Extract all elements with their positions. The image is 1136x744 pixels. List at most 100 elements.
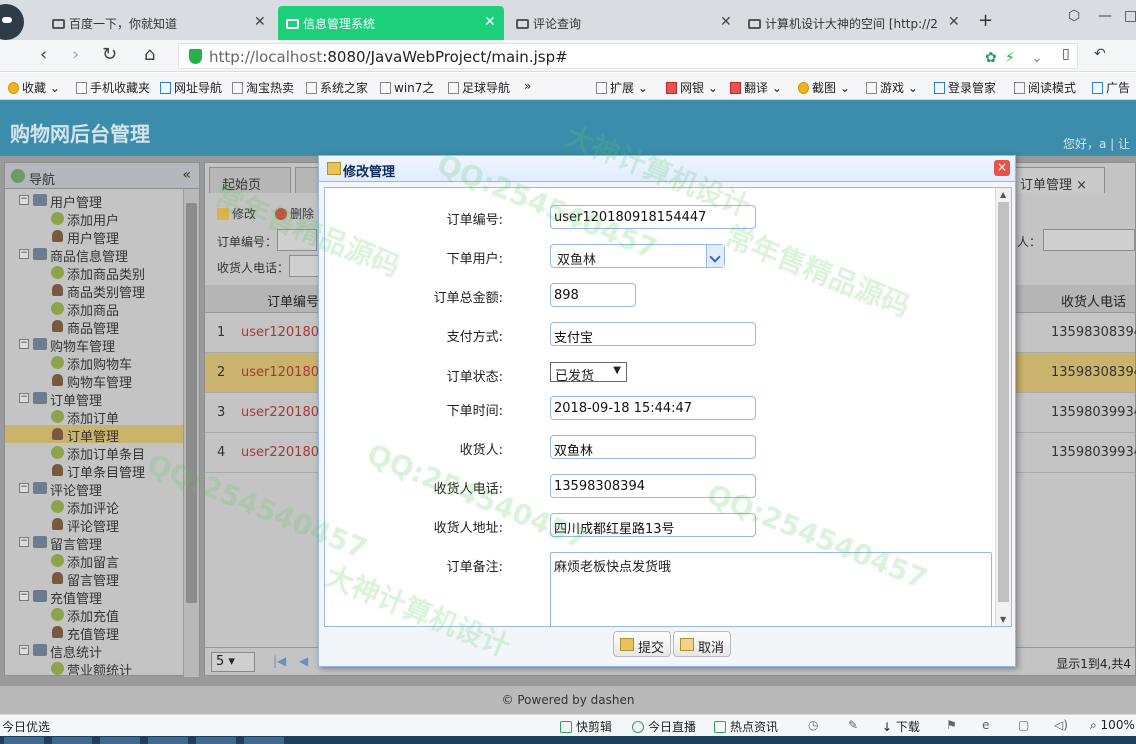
nav-group[interactable]: − 充值管理 bbox=[5, 587, 183, 607]
nav-item[interactable]: 添加订单条目 bbox=[5, 443, 183, 463]
nav-item[interactable]: 添加商品类别 bbox=[5, 263, 183, 283]
nav-group[interactable]: − 购物车管理 bbox=[5, 335, 183, 355]
pay-input[interactable]: 支付宝 bbox=[550, 322, 756, 346]
tab-close-icon[interactable]: ✕ bbox=[720, 14, 732, 30]
ext-games[interactable]: 游戏 ⌄ bbox=[866, 79, 918, 96]
ext-login[interactable]: 登录管家 bbox=[934, 79, 996, 96]
address-input[interactable]: 四川成都红星路13号 bbox=[550, 513, 756, 537]
phone-input[interactable]: 13598308394 bbox=[550, 474, 756, 498]
browser-tab-baidu[interactable]: 百度一下，你就知道 ✕ bbox=[52, 6, 272, 40]
time-input[interactable]: 2018-09-18 15:44:47 bbox=[550, 396, 756, 420]
nav-scroll-thumb[interactable] bbox=[186, 203, 197, 603]
dialog-scrollbar[interactable]: ▲ ▼ bbox=[995, 188, 1011, 626]
collapse-toggle-icon[interactable]: − bbox=[19, 537, 29, 547]
nav-group[interactable]: − 评论管理 bbox=[5, 479, 183, 499]
nav-item[interactable]: 添加充值 bbox=[5, 605, 183, 625]
window-minimize-icon[interactable]: — bbox=[1098, 8, 1112, 24]
status-download[interactable]: ↓ 下载 bbox=[882, 718, 920, 735]
reload-icon[interactable]: ↻ bbox=[102, 44, 117, 65]
nav-group[interactable]: − 信息统计 bbox=[5, 641, 183, 661]
ext-translate[interactable]: 翻译 ⌄ bbox=[730, 79, 782, 96]
bookmark-win7[interactable]: win7之 bbox=[380, 79, 434, 96]
dialog-close-button[interactable]: × bbox=[994, 160, 1010, 176]
bookmark-nav[interactable]: 网址导航 bbox=[160, 79, 222, 96]
nav-item[interactable]: 充值管理 bbox=[5, 623, 183, 643]
status-volume-icon[interactable]: ◁) bbox=[1054, 718, 1068, 732]
tab-close-icon[interactable]: ✕ bbox=[484, 14, 496, 30]
scroll-up-icon[interactable]: ▲ bbox=[1000, 190, 1006, 199]
nav-group[interactable]: − 订单管理 bbox=[5, 389, 183, 409]
tab-close-icon[interactable]: ✕ bbox=[254, 14, 266, 30]
ext-screenshot[interactable]: 截图 ⌄ bbox=[798, 79, 850, 96]
total-input[interactable]: 898 bbox=[550, 283, 636, 307]
lightning-icon[interactable]: ⚡ bbox=[1005, 50, 1015, 66]
nav-item[interactable]: 添加评论 bbox=[5, 497, 183, 517]
user-greeting[interactable]: 您好，a | 让 bbox=[1063, 135, 1130, 152]
collapse-toggle-icon[interactable]: − bbox=[19, 393, 29, 403]
filter-order-no-input[interactable] bbox=[277, 229, 317, 251]
bookmark-taobao[interactable]: 淘宝热卖 bbox=[232, 79, 294, 96]
taskbar-item[interactable] bbox=[52, 737, 92, 744]
status-zoom[interactable]: ⌕ 100% bbox=[1090, 718, 1135, 733]
filter-receiver-input[interactable] bbox=[1043, 229, 1135, 251]
state-select[interactable]: 已发货 ▼ bbox=[550, 362, 627, 384]
bookmark-football[interactable]: 足球导航 bbox=[448, 79, 510, 96]
status-hot-news[interactable]: 热点资讯 bbox=[714, 718, 778, 735]
nav-item[interactable]: 添加商品 bbox=[5, 299, 183, 319]
taskbar-item[interactable] bbox=[244, 737, 284, 744]
status-ie-icon[interactable]: e bbox=[982, 718, 989, 732]
order-no-input[interactable]: user120180918154447 bbox=[550, 205, 756, 229]
taskbar-item[interactable] bbox=[4, 737, 44, 744]
nav-item[interactable]: 评论管理 bbox=[5, 515, 183, 535]
collapse-toggle-icon[interactable]: − bbox=[19, 645, 29, 655]
url-dropdown-icon[interactable]: ⌄ bbox=[1031, 50, 1043, 66]
url-input[interactable]: http://localhost:8080/JavaWebProject/mai… bbox=[178, 43, 1078, 69]
phone-icon[interactable]: ▯ bbox=[1062, 46, 1070, 62]
tab-close-icon[interactable]: ✕ bbox=[946, 14, 960, 30]
filter-phone-input[interactable] bbox=[289, 255, 319, 277]
submit-button[interactable]: 提交 bbox=[613, 631, 672, 657]
dialog-scroll-thumb[interactable] bbox=[998, 202, 1009, 602]
collapse-toggle-icon[interactable]: − bbox=[19, 591, 29, 601]
col-phone[interactable]: 收货人电话 bbox=[1061, 291, 1126, 310]
tab-order-manage[interactable]: 订单管理 × bbox=[1007, 167, 1105, 193]
bookmark-xitong[interactable]: 系统之家 bbox=[306, 79, 368, 96]
col-order-no[interactable]: 订单编号 bbox=[267, 291, 319, 310]
new-tab-button[interactable]: + bbox=[978, 10, 993, 31]
ext-reader[interactable]: 阅读模式 bbox=[1014, 79, 1076, 96]
home-icon[interactable]: ⌂ bbox=[144, 44, 155, 65]
prev-page-icon[interactable]: ◀ bbox=[299, 654, 308, 668]
back-icon[interactable]: ‹ bbox=[40, 44, 47, 65]
nav-item[interactable]: 商品管理 bbox=[5, 317, 183, 337]
browser-tab-space[interactable]: 计算机设计大神的空间 [http://2 ✕ bbox=[748, 6, 966, 40]
ext-bank[interactable]: 网银 ⌄ bbox=[666, 79, 718, 96]
nav-item[interactable]: 添加购物车 bbox=[5, 353, 183, 373]
undo-icon[interactable]: ↶ bbox=[1094, 46, 1106, 62]
first-page-icon[interactable]: |◀ bbox=[273, 654, 286, 668]
status-pin-icon[interactable]: ✎ bbox=[848, 718, 858, 732]
nav-item[interactable]: 营业额统计 bbox=[5, 659, 183, 675]
ext-adblock[interactable]: 广告 bbox=[1092, 79, 1130, 96]
speed-mode-icon[interactable]: ✿ bbox=[985, 50, 997, 66]
forward-icon[interactable]: › bbox=[72, 44, 79, 65]
window-maximize-icon[interactable]: □ bbox=[1124, 8, 1136, 24]
nav-group[interactable]: − 用户管理 bbox=[5, 191, 183, 211]
page-size-select[interactable]: 5 ▾ bbox=[211, 652, 255, 672]
chevron-down-icon[interactable] bbox=[706, 245, 724, 267]
nav-scrollbar[interactable] bbox=[183, 189, 199, 677]
taskbar-item[interactable] bbox=[100, 737, 140, 744]
nav-item[interactable]: 用户管理 bbox=[5, 227, 183, 247]
edit-button[interactable]: 修改 bbox=[217, 205, 256, 222]
collapse-toggle-icon[interactable]: − bbox=[19, 249, 29, 259]
nav-group[interactable]: − 商品信息管理 bbox=[5, 245, 183, 265]
status-history-icon[interactable]: ◷ bbox=[808, 718, 818, 732]
status-live[interactable]: 今日直播 bbox=[632, 718, 696, 735]
collapse-icon[interactable]: « bbox=[182, 167, 191, 183]
nav-item[interactable]: 订单条目管理 bbox=[5, 461, 183, 481]
collapse-toggle-icon[interactable]: − bbox=[19, 339, 29, 349]
user-select[interactable]: 双鱼林 bbox=[550, 244, 725, 268]
bookmark-favorites[interactable]: 收藏 ⌄ bbox=[8, 79, 60, 96]
nav-item[interactable]: 添加留言 bbox=[5, 551, 183, 571]
nav-item[interactable]: 添加用户 bbox=[5, 209, 183, 229]
nav-item[interactable]: 订单管理 bbox=[5, 425, 183, 445]
